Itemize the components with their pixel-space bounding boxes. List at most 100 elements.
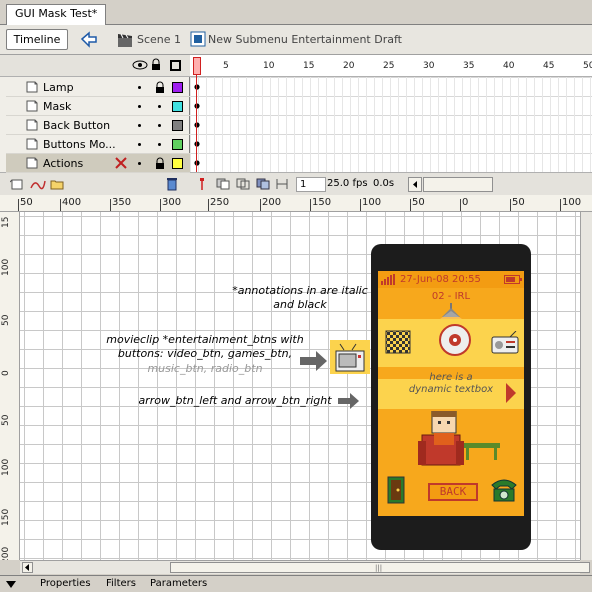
ruler-tick	[410, 199, 411, 211]
ruler-tick	[208, 199, 209, 211]
scene-label[interactable]: Scene 1	[137, 33, 181, 46]
symbol-label[interactable]: New Submenu Entertainment Draft	[208, 33, 402, 46]
fps-field[interactable]: 25.0 fps	[324, 177, 368, 192]
ruler-tick	[310, 199, 311, 211]
frame-ruler: 15101520253035404550	[190, 55, 592, 77]
document-tab-bar: GUI Mask Test*	[0, 0, 592, 25]
back-arrow-icon[interactable]	[78, 29, 100, 50]
ruler-tick	[160, 199, 161, 211]
current-frame-field[interactable]: 1	[296, 177, 326, 192]
menu-band	[378, 319, 524, 367]
ruler-tick	[460, 199, 461, 211]
timeline-scroll-left[interactable]	[408, 177, 422, 192]
horizontal-ruler: 50 400 350 300 250 200 150 100 50 0 50 100	[0, 195, 592, 212]
center-frame-icon[interactable]	[198, 178, 206, 193]
layer-color-swatch[interactable]	[172, 158, 183, 169]
frame-area: 15101520253035404550 1 25.0	[190, 55, 592, 195]
ruler-tick	[510, 199, 511, 211]
ruler-tick	[260, 199, 261, 211]
layer-name: Actions	[43, 157, 84, 170]
stage[interactable]: *annotations in are italic and black mov…	[20, 212, 592, 560]
collapse-triangle-icon[interactable]	[6, 581, 16, 589]
properties-tab[interactable]: Filters	[106, 578, 136, 589]
door-icon[interactable]	[386, 475, 406, 505]
annotation-italic-note: *annotations in are italic and black	[232, 284, 368, 311]
outline-icon[interactable]	[170, 60, 181, 71]
pencil-crossed-icon	[114, 156, 128, 173]
video-btn-preview[interactable]	[330, 340, 370, 374]
edit-multiple-frames-icon[interactable]	[256, 178, 270, 193]
ruler-tick-label: 100	[362, 197, 382, 208]
layer-name: Back Button	[43, 119, 111, 132]
ruler-tick-label: 300	[162, 197, 182, 208]
frame-number: 5	[223, 61, 229, 71]
modify-onion-markers-icon[interactable]	[276, 178, 288, 193]
visibility-dot[interactable]	[138, 86, 141, 89]
timeline-scroll-thumb[interactable]	[423, 177, 493, 192]
onion-skin-outline-icon[interactable]	[236, 178, 250, 193]
lock-icon[interactable]	[155, 157, 165, 173]
phone-mockup: 27-Jun-08 20:55 02 - IRL here is a dynam…	[371, 244, 531, 550]
layer-icon	[26, 157, 38, 169]
ruler-tick-label: 200	[262, 197, 282, 208]
back-button[interactable]: BACK	[428, 483, 478, 501]
vertical-scrollbar[interactable]	[580, 212, 592, 560]
visibility-dot[interactable]	[138, 105, 141, 108]
layer-row[interactable]: Buttons Mo...	[6, 135, 190, 154]
tv-icon	[335, 343, 365, 372]
lock-icon[interactable]	[151, 58, 161, 74]
visibility-dot[interactable]	[138, 162, 141, 165]
layer-row[interactable]: Lamp	[6, 78, 190, 97]
ruler-tick-label: 100	[1, 258, 11, 276]
motion-guide-icon[interactable]	[30, 178, 46, 193]
music-btn-icon[interactable]	[438, 323, 472, 357]
ruler-tick-label: 50	[1, 414, 11, 426]
signal-icon	[381, 274, 395, 285]
status-date: 27-Jun-08 20:55	[400, 274, 481, 285]
layer-color-swatch[interactable]	[172, 82, 183, 93]
horizontal-scrollbar[interactable]: |||	[20, 560, 590, 574]
layer-row[interactable]: Actions	[6, 154, 190, 173]
timeline-button[interactable]: Timeline	[6, 29, 68, 50]
properties-tab[interactable]: Properties	[40, 578, 91, 589]
games-btn-icon[interactable]	[384, 329, 412, 355]
visibility-dot[interactable]	[138, 124, 141, 127]
clapperboard-icon	[116, 31, 134, 49]
telephone-icon[interactable]	[490, 477, 518, 503]
arrow-right-icon[interactable]	[502, 381, 518, 405]
ruler-tick-label: 150	[1, 508, 11, 526]
lamp-icon	[440, 303, 462, 319]
layer-name: Buttons Mo...	[43, 138, 116, 151]
frame-grid[interactable]	[190, 77, 592, 172]
frame-number: 35	[463, 61, 475, 71]
insert-layer-icon[interactable]	[9, 178, 24, 193]
ruler-tick	[560, 199, 561, 211]
lock-dot[interactable]	[158, 105, 161, 108]
lock-dot[interactable]	[158, 124, 161, 127]
eye-icon[interactable]	[132, 59, 148, 74]
scroll-left-button[interactable]	[22, 562, 33, 573]
ruler-tick-label: 400	[62, 197, 82, 208]
layer-icon	[26, 81, 38, 93]
document-tab[interactable]: GUI Mask Test*	[6, 4, 107, 25]
annotation-arrow-btns: arrow_btn_left and arrow_btn_right	[138, 394, 332, 407]
layer-color-swatch[interactable]	[172, 101, 183, 112]
lock-dot[interactable]	[158, 143, 161, 146]
frame-number: 25	[383, 61, 395, 71]
folder-icon[interactable]	[50, 178, 64, 193]
horizontal-scroll-thumb[interactable]: |||	[170, 562, 590, 573]
layer-icon	[26, 119, 38, 131]
layer-color-swatch[interactable]	[172, 120, 183, 131]
ruler-tick-label: 50	[20, 197, 33, 208]
radio-btn-icon[interactable]	[490, 331, 520, 355]
trash-icon[interactable]	[166, 177, 178, 194]
visibility-dot[interactable]	[138, 143, 141, 146]
layer-color-swatch[interactable]	[172, 139, 183, 150]
ruler-tick-label: 50	[1, 314, 11, 326]
playhead[interactable]	[193, 55, 201, 172]
layer-row[interactable]: Mask	[6, 97, 190, 116]
layer-row[interactable]: Back Button	[6, 116, 190, 135]
onion-skin-icon[interactable]	[216, 178, 230, 193]
lock-icon[interactable]	[155, 81, 165, 97]
properties-tab[interactable]: Parameters	[150, 578, 207, 589]
